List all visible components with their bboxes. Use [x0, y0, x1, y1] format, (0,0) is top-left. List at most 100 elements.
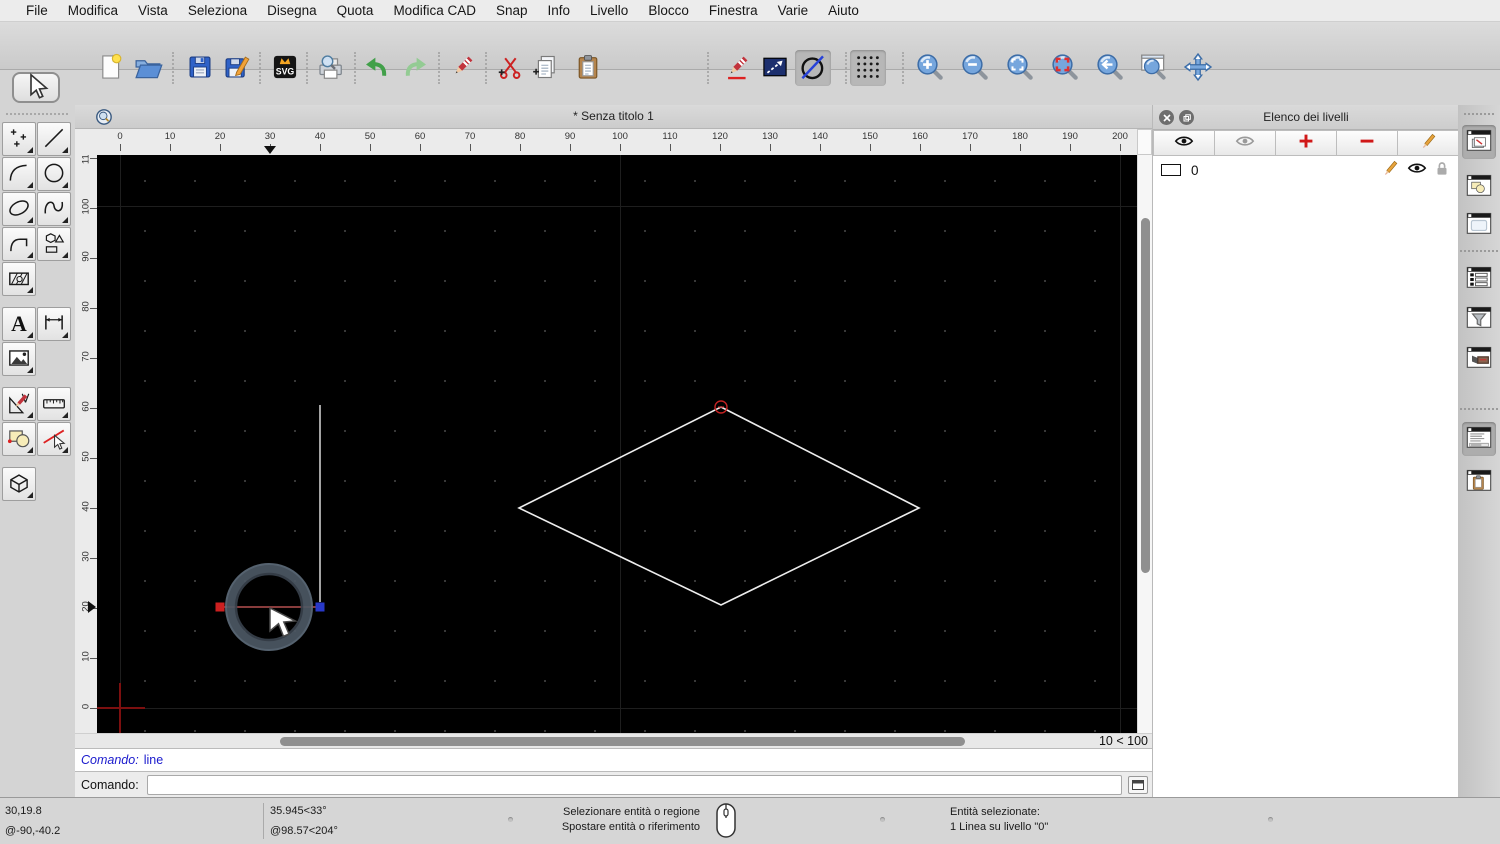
measure-tools-button[interactable]	[37, 387, 71, 421]
horizontal-scrollbar[interactable]: 10 < 100	[75, 733, 1152, 748]
layer-panel-minus-red-button[interactable]	[1337, 130, 1398, 156]
draw-text-button[interactable]: A	[2, 307, 36, 341]
menu-modifica-cad[interactable]: Modifica CAD	[383, 0, 486, 22]
dock-pen-toolbar-icon	[1465, 344, 1493, 375]
h-ruler-label: 30	[264, 131, 276, 142]
action-hint-line1: Selezionare entità o regione	[563, 806, 700, 818]
menu-varie[interactable]: Varie	[768, 0, 819, 22]
v-ruler-label: 30	[80, 551, 92, 562]
command-prompt-label: Comando:	[81, 778, 139, 792]
dock-entity-list-icon	[1465, 264, 1493, 295]
layer-panel-titlebar[interactable]: Elenco dei livelli	[1153, 105, 1459, 130]
handle-end[interactable]	[315, 602, 325, 612]
v-ruler-label: 90	[80, 251, 92, 262]
select-entity-button[interactable]	[37, 422, 71, 456]
draw-polyline-button[interactable]	[2, 227, 36, 261]
vertical-scrollbar[interactable]	[1137, 155, 1152, 733]
layer-panel-pencil-button[interactable]	[1398, 130, 1459, 156]
document-titlebar[interactable]: * Senza titolo 1	[75, 105, 1152, 129]
v-ruler-label: 50	[80, 451, 92, 462]
menu-modifica[interactable]: Modifica	[58, 0, 128, 22]
draw-dimension-button[interactable]	[37, 307, 71, 341]
dock-clipboard-button[interactable]	[1462, 465, 1496, 499]
insert-image-button[interactable]	[2, 342, 36, 376]
menu-finestra[interactable]: Finestra	[699, 0, 768, 22]
submenu-triangle	[27, 332, 33, 338]
h-ruler-tick	[120, 144, 121, 151]
h-ruler-label: 50	[364, 131, 376, 142]
handle-start[interactable]	[215, 602, 225, 612]
drawing-canvas[interactable]	[97, 155, 1137, 733]
layer-name: 0	[1191, 162, 1199, 178]
drawing-tool-palette: A	[0, 105, 75, 797]
h-ruler-label: 190	[1062, 131, 1078, 142]
window-icon	[1131, 780, 1144, 790]
scrollbar-corner-button[interactable]	[1137, 129, 1152, 155]
select-arrow-tool-button[interactable]	[12, 72, 60, 103]
menu-snap[interactable]: Snap	[486, 0, 538, 22]
layer-panel-eye-black-button[interactable]	[1153, 130, 1215, 156]
layer-panel-eye-gray-button[interactable]	[1215, 130, 1276, 156]
vertical-scrollbar-thumb[interactable]	[1141, 218, 1150, 573]
diamond-entity[interactable]	[517, 406, 921, 606]
menu-blocco[interactable]: Blocco	[638, 0, 699, 22]
block-tools-button[interactable]	[2, 422, 36, 456]
menu-livello[interactable]: Livello	[580, 0, 638, 22]
menu-info[interactable]: Info	[538, 0, 581, 22]
layer-edit-pencil-icon[interactable]	[1379, 158, 1401, 183]
h-ruler-tick	[620, 144, 621, 151]
dock-entity-list-button[interactable]	[1462, 262, 1496, 296]
h-ruler-label: 10	[164, 131, 176, 142]
dock-block-list-button[interactable]	[1462, 170, 1496, 204]
draw-ellipse-button[interactable]	[2, 192, 36, 226]
h-ruler-label: 60	[414, 131, 426, 142]
draw-line-button[interactable]	[37, 122, 71, 156]
dock-layer-list-button[interactable]	[1462, 125, 1496, 159]
draw-arc-button[interactable]	[2, 157, 36, 191]
layer-visible-eye-icon[interactable]	[1406, 158, 1428, 183]
modify-tools-button[interactable]	[2, 387, 36, 421]
v-ruler-label: 110	[80, 155, 92, 165]
menu-seleziona[interactable]: Seleziona	[178, 0, 257, 22]
menu-disegna[interactable]: Disegna	[257, 0, 327, 22]
status-splitter-dot	[508, 817, 513, 822]
layer-row[interactable]: 0	[1153, 158, 1459, 182]
menu-vista[interactable]: Vista	[128, 0, 178, 22]
layer-panel-toolbar	[1153, 130, 1459, 156]
submenu-triangle	[62, 182, 68, 188]
vertical-ruler: 0 10 20 30 40 50 60 70 80 90 100 110	[75, 155, 97, 733]
palette-drag-handle[interactable]	[6, 113, 68, 115]
cube-3d-button[interactable]	[2, 467, 36, 501]
command-history-value: line	[143, 753, 164, 767]
entities-layer	[97, 400, 921, 733]
dock-filter-button[interactable]	[1462, 302, 1496, 336]
h-ruler-label: 170	[962, 131, 978, 142]
layer-lock-icon[interactable]	[1433, 160, 1451, 181]
draw-circle-button[interactable]	[37, 157, 71, 191]
draw-spline-button[interactable]	[37, 192, 71, 226]
dock-library-button[interactable]	[1462, 208, 1496, 242]
layer-panel-plus-red-button[interactable]	[1276, 130, 1337, 156]
dock-command-line-button[interactable]	[1462, 422, 1496, 456]
dock-strip-handle[interactable]	[1464, 113, 1494, 115]
menu-quota[interactable]: Quota	[327, 0, 384, 22]
status-splitter-dot	[1268, 817, 1273, 822]
draw-polygon-button[interactable]	[37, 227, 71, 261]
layer-color-swatch[interactable]	[1161, 164, 1181, 176]
h-ruler-label: 180	[1012, 131, 1028, 142]
h-ruler-tick	[720, 144, 721, 151]
submenu-triangle	[62, 332, 68, 338]
draw-hatch-button[interactable]	[2, 262, 36, 296]
dock-widget-strip	[1458, 105, 1500, 797]
command-dock-button[interactable]	[1127, 776, 1148, 794]
dock-clipboard-icon	[1465, 467, 1493, 498]
dock-pen-toolbar-button[interactable]	[1462, 342, 1496, 376]
h-ruler-tick	[870, 144, 871, 151]
h-ruler-label: 200	[1112, 131, 1128, 142]
menu-file[interactable]: File	[16, 0, 58, 22]
horizontal-scrollbar-thumb[interactable]	[280, 737, 965, 746]
draw-points-button[interactable]	[2, 122, 36, 156]
h-ruler-cursor-marker	[264, 146, 276, 154]
menu-aiuto[interactable]: Aiuto	[818, 0, 869, 22]
command-input[interactable]	[146, 775, 1122, 795]
